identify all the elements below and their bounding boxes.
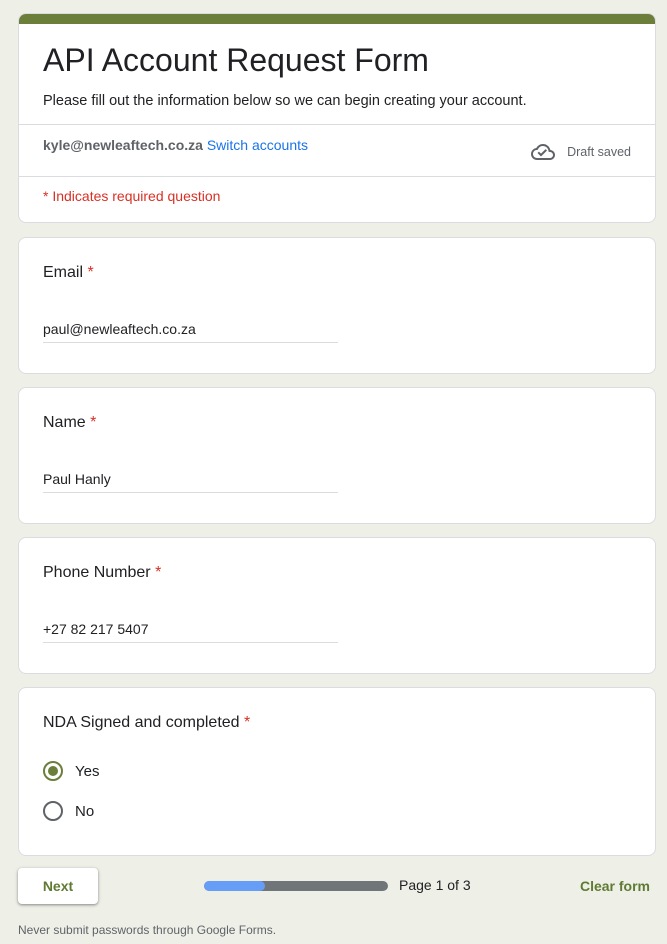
form-title: API Account Request Form (43, 42, 429, 78)
theme-color-bar (19, 14, 655, 24)
question-name-card: Name * (18, 387, 656, 524)
draft-status: Draft saved (531, 140, 631, 164)
nda-option-no[interactable]: No (43, 801, 94, 821)
phone-field[interactable] (43, 616, 338, 643)
nda-option-yes[interactable]: Yes (43, 761, 99, 781)
cloud-done-icon (531, 144, 556, 160)
radio-button-checked[interactable] (43, 761, 63, 781)
required-star: * (87, 264, 94, 281)
next-button[interactable]: Next (18, 868, 98, 904)
radio-button[interactable] (43, 801, 63, 821)
question-phone-title: Phone Number (43, 564, 151, 581)
email-field[interactable] (43, 316, 338, 343)
password-warning: Never submit passwords through Google Fo… (18, 923, 277, 937)
question-nda-title: NDA Signed and completed (43, 714, 240, 731)
header-divider (19, 124, 655, 125)
question-phone-label: Phone Number * (43, 564, 161, 582)
nda-option-no-label: No (75, 802, 95, 820)
question-name-title: Name (43, 414, 86, 431)
question-email-card: Email * (18, 237, 656, 374)
page-indicator: Page 1 of 3 (399, 877, 471, 893)
name-field[interactable] (43, 466, 338, 493)
clear-form-button[interactable]: Clear form (580, 878, 650, 894)
question-name-label: Name * (43, 414, 96, 432)
question-phone-card: Phone Number * (18, 537, 656, 674)
question-email-label: Email * (43, 264, 94, 282)
required-note: * Indicates required question (43, 188, 221, 204)
account-divider (19, 176, 655, 177)
question-nda-card: NDA Signed and completed * Yes No (18, 687, 656, 856)
required-star: * (90, 414, 97, 431)
account-email: kyle@newleaftech.co.za (43, 137, 203, 153)
switch-accounts-link[interactable]: Switch accounts (207, 137, 308, 153)
form-header-card: API Account Request Form Please fill out… (18, 13, 656, 223)
draft-status-text: Draft saved (567, 145, 631, 159)
progress-bar (204, 881, 388, 891)
required-star: * (244, 714, 251, 731)
progress-bar-fill (204, 881, 266, 891)
form-description: Please fill out the information below so… (43, 93, 527, 109)
question-nda-label: NDA Signed and completed * (43, 714, 250, 732)
required-star: * (155, 564, 162, 581)
account-info: kyle@newleaftech.co.za Switch accounts (43, 137, 308, 153)
question-email-title: Email (43, 264, 84, 281)
nda-option-yes-label: Yes (75, 762, 100, 780)
